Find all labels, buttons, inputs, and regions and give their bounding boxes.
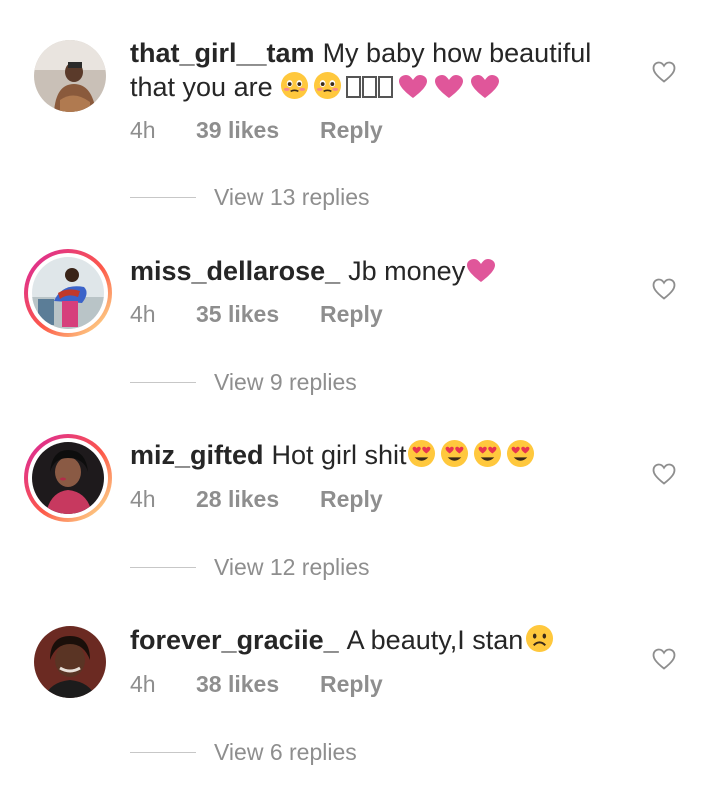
- heart-eyes-icon: [407, 439, 435, 468]
- view-replies-label: View 9 replies: [214, 369, 357, 395]
- like-heart-icon[interactable]: [652, 278, 676, 300]
- comment-body: Hot girl shit: [271, 440, 407, 470]
- view-replies-button[interactable]: View 13 replies: [130, 184, 370, 211]
- comment-body: Jb money: [348, 256, 466, 286]
- likes-count[interactable]: 39 likes: [196, 117, 320, 144]
- reply-button[interactable]: Reply: [320, 301, 383, 328]
- likes-count[interactable]: 38 likes: [196, 671, 320, 698]
- comment-meta: 4h 35 likes Reply: [130, 301, 383, 328]
- timestamp: 4h: [130, 117, 156, 143]
- pink-heart-icon: [467, 259, 496, 282]
- avatar-story-ring[interactable]: [24, 249, 112, 337]
- avatar[interactable]: [32, 257, 104, 329]
- comment-meta: 4h 28 likes Reply: [130, 486, 383, 513]
- like-heart-icon[interactable]: [652, 61, 676, 83]
- comment-text: forever_graciie_ A beauty,I stan: [130, 623, 640, 657]
- view-replies-label: View 13 replies: [214, 184, 370, 210]
- timestamp: 4h: [130, 486, 156, 512]
- pink-heart-icon: [471, 75, 500, 98]
- replies-divider: [130, 567, 196, 568]
- comment-text: miss_dellarose_ Jb money: [130, 254, 640, 288]
- username[interactable]: miss_dellarose_: [130, 256, 340, 286]
- unrenderable-glyph-icon: [362, 76, 378, 98]
- unrenderable-glyph-icon: [378, 76, 394, 98]
- comment-body: A beauty,I stan: [346, 625, 524, 655]
- unrenderable-glyph-icon: [346, 76, 362, 98]
- avatar[interactable]: [34, 40, 106, 112]
- replies-divider: [130, 752, 196, 753]
- replies-divider: [130, 382, 196, 383]
- view-replies-button[interactable]: View 9 replies: [130, 369, 357, 396]
- username[interactable]: forever_graciie_: [130, 625, 339, 655]
- avatar-story-ring[interactable]: [24, 434, 112, 522]
- username[interactable]: that_girl__tam: [130, 38, 315, 68]
- timestamp: 4h: [130, 301, 156, 327]
- avatar[interactable]: [32, 442, 104, 514]
- reply-button[interactable]: Reply: [320, 117, 383, 144]
- pink-heart-icon: [399, 75, 428, 98]
- reply-button[interactable]: Reply: [320, 486, 383, 513]
- comment-text: miz_gifted Hot girl shit: [130, 438, 640, 472]
- comment-meta: 4h 38 likes Reply: [130, 671, 383, 698]
- view-replies-button[interactable]: View 12 replies: [130, 554, 370, 581]
- pleading-face-icon: [314, 71, 342, 100]
- comment-meta: 4h 39 likes Reply: [130, 117, 383, 144]
- reply-button[interactable]: Reply: [320, 671, 383, 698]
- comment-text: that_girl__tam My baby how beautiful that…: [130, 36, 640, 104]
- view-replies-button[interactable]: View 6 replies: [130, 739, 357, 766]
- likes-count[interactable]: 35 likes: [196, 301, 320, 328]
- likes-count[interactable]: 28 likes: [196, 486, 320, 513]
- replies-divider: [130, 197, 196, 198]
- timestamp: 4h: [130, 671, 156, 697]
- heart-eyes-icon: [440, 439, 468, 468]
- view-replies-label: View 12 replies: [214, 554, 370, 580]
- like-heart-icon[interactable]: [652, 648, 676, 670]
- frowning-face-icon: [526, 624, 554, 653]
- pink-heart-icon: [435, 75, 464, 98]
- heart-eyes-icon: [473, 439, 501, 468]
- heart-eyes-icon: [506, 439, 534, 468]
- like-heart-icon[interactable]: [652, 463, 676, 485]
- pleading-face-icon: [281, 71, 309, 100]
- avatar[interactable]: [34, 626, 106, 698]
- username[interactable]: miz_gifted: [130, 440, 264, 470]
- view-replies-label: View 6 replies: [214, 739, 357, 765]
